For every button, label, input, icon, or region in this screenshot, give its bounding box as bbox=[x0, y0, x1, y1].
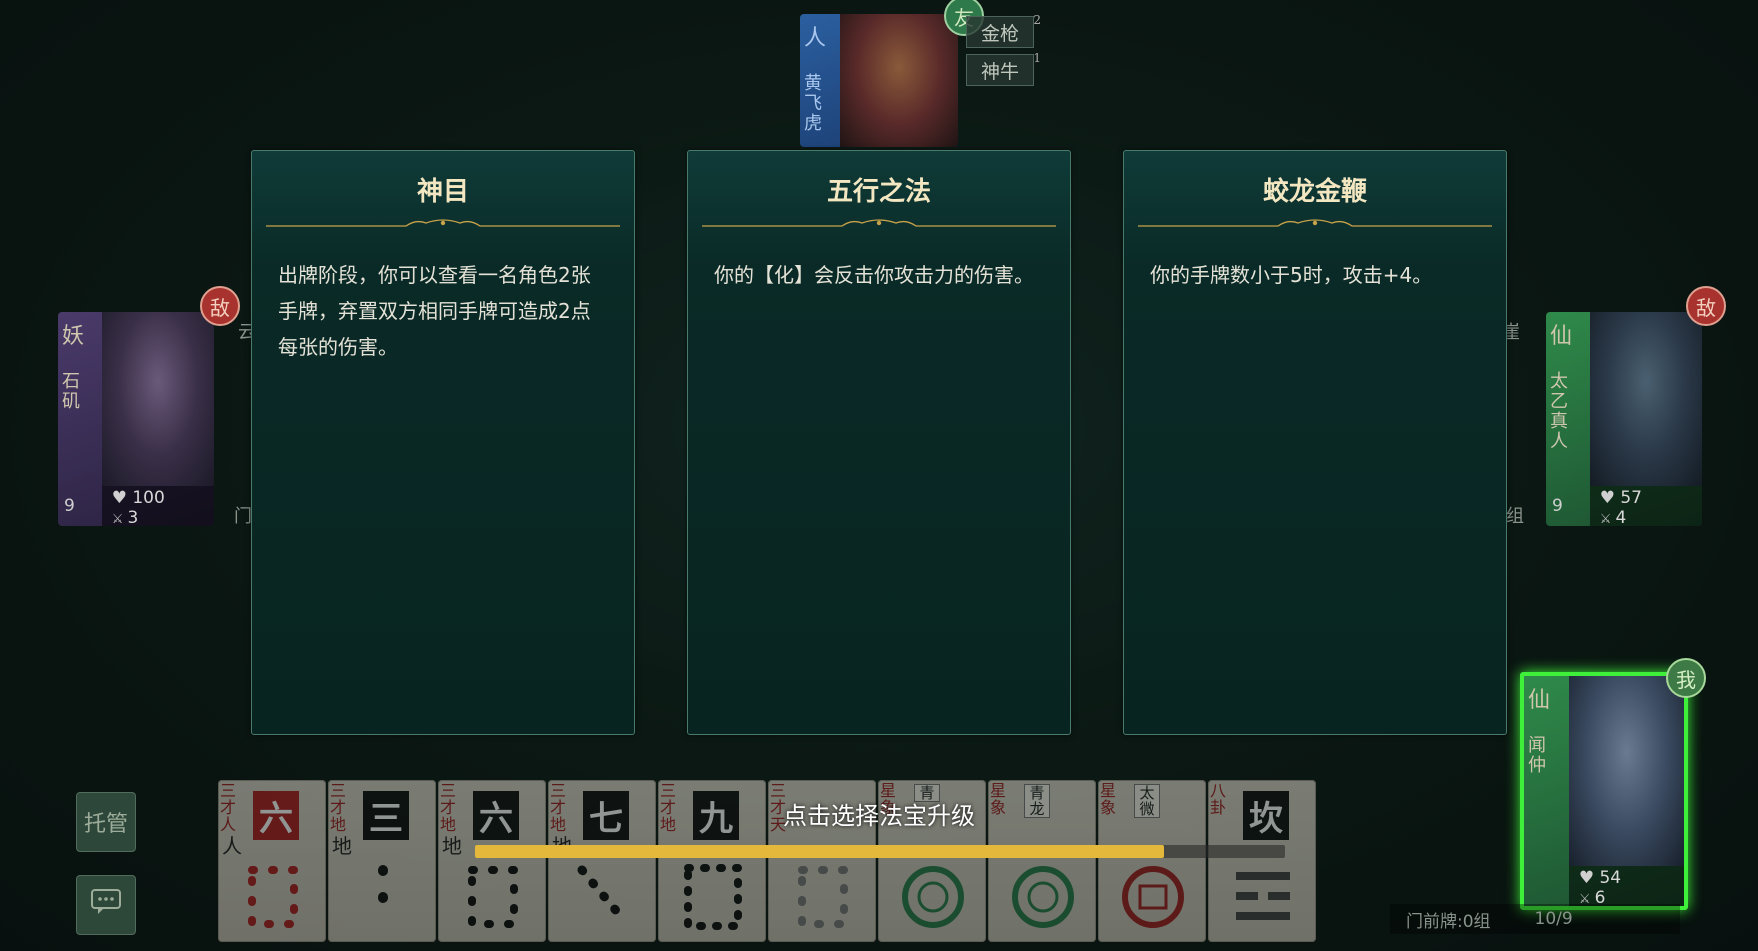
hp-value: 57 bbox=[1600, 488, 1642, 508]
enemy-badge: 敌 bbox=[1686, 286, 1726, 326]
faction-label: 仙 bbox=[1550, 324, 1573, 349]
enemy-badge: 敌 bbox=[200, 286, 240, 326]
player-name: 石矶 bbox=[62, 371, 80, 412]
chat-button[interactable] bbox=[76, 875, 136, 935]
countdown-fill bbox=[475, 845, 1164, 858]
choice-description: 你的【化】会反击你攻击力的伤害。 bbox=[714, 263, 1034, 287]
prompt-text: 点击选择法宝升级 bbox=[783, 802, 975, 830]
stats-box: 54 6 bbox=[1568, 866, 1684, 906]
portrait bbox=[1589, 312, 1702, 486]
attack-value: 3 bbox=[112, 508, 138, 526]
player-card-top[interactable]: 人 黄飞虎 bbox=[800, 14, 958, 147]
tile-pattern bbox=[1228, 860, 1298, 934]
weapon-slot: 神牛 1 bbox=[966, 51, 1041, 86]
stats-box: 57 4 bbox=[1589, 486, 1702, 526]
level-label: 9 bbox=[1552, 496, 1563, 516]
title-ornament bbox=[1138, 217, 1492, 229]
level-label: 9 bbox=[64, 496, 75, 516]
portrait bbox=[101, 312, 214, 486]
portrait bbox=[1568, 676, 1684, 866]
portrait bbox=[839, 14, 958, 147]
player-card-me[interactable]: 仙 闻仲 54 6 bbox=[1520, 672, 1688, 910]
player-card-right[interactable]: 仙 太乙真人 9 57 4 bbox=[1546, 312, 1702, 526]
tile-pattern bbox=[788, 860, 858, 934]
tile-pattern bbox=[458, 860, 528, 934]
tile-sub-label: 人 bbox=[222, 834, 242, 858]
upgrade-choice-panel[interactable]: 五行之法 你的【化】会反击你攻击力的伤害。 bbox=[687, 150, 1071, 735]
tile-pattern bbox=[678, 860, 748, 934]
tile-pattern bbox=[1008, 860, 1078, 934]
tile-pattern bbox=[238, 860, 308, 934]
choice-title: 蛟龙金鞭 bbox=[1262, 177, 1367, 207]
tile-pattern bbox=[898, 860, 968, 934]
stats-box: 100 3 bbox=[101, 486, 214, 526]
hp-value: 54 bbox=[1579, 868, 1621, 888]
faction-label: 人 bbox=[804, 26, 827, 51]
side-tag: 组 bbox=[1506, 506, 1524, 527]
choice-title: 五行之法 bbox=[826, 177, 931, 207]
tile-pattern bbox=[348, 860, 418, 934]
faction-label: 妖 bbox=[62, 324, 85, 349]
me-badge: 我 bbox=[1666, 658, 1706, 698]
door-info: 门前牌:0组 10/9 bbox=[1390, 904, 1680, 934]
tile-sub-label: 地 bbox=[332, 834, 352, 858]
attack-value: 4 bbox=[1600, 508, 1626, 526]
choice-description: 出牌阶段，你可以查看一名角色2张手牌，弃置双方相同手牌可造成2点每张的伤害。 bbox=[278, 263, 591, 359]
upgrade-choice-panel[interactable]: 神目 出牌阶段，你可以查看一名角色2张手牌，弃置双方相同手牌可造成2点每张的伤害… bbox=[251, 150, 635, 735]
card-count: 10/9 bbox=[1534, 909, 1573, 929]
player-name: 闻仲 bbox=[1528, 735, 1546, 776]
door-groups: 门前牌:0组 bbox=[1406, 911, 1491, 932]
choice-title: 神目 bbox=[416, 177, 469, 207]
player-card-left[interactable]: 妖 石矶 9 100 3 bbox=[58, 312, 214, 526]
tile-pattern bbox=[568, 860, 638, 934]
weapon-list: 金枪 2 神牛 1 bbox=[966, 13, 1041, 92]
side-tag: 门 bbox=[234, 506, 252, 527]
weapon-slot: 金枪 2 bbox=[966, 13, 1041, 48]
chat-icon bbox=[90, 888, 122, 922]
hp-value: 100 bbox=[112, 488, 164, 508]
player-name: 太乙真人 bbox=[1550, 371, 1568, 452]
title-ornament bbox=[266, 217, 620, 229]
player-name: 黄飞虎 bbox=[804, 73, 822, 134]
faction-label: 仙 bbox=[1528, 688, 1551, 713]
choice-description: 你的手牌数小于5时，攻击+4。 bbox=[1150, 263, 1433, 287]
countdown-bar bbox=[475, 845, 1285, 858]
tile-sub-label: 地 bbox=[442, 834, 462, 858]
title-ornament bbox=[702, 217, 1056, 229]
upgrade-choice-panel[interactable]: 蛟龙金鞭 你的手牌数小于5时，攻击+4。 bbox=[1123, 150, 1507, 735]
tile-pattern bbox=[1118, 860, 1188, 934]
